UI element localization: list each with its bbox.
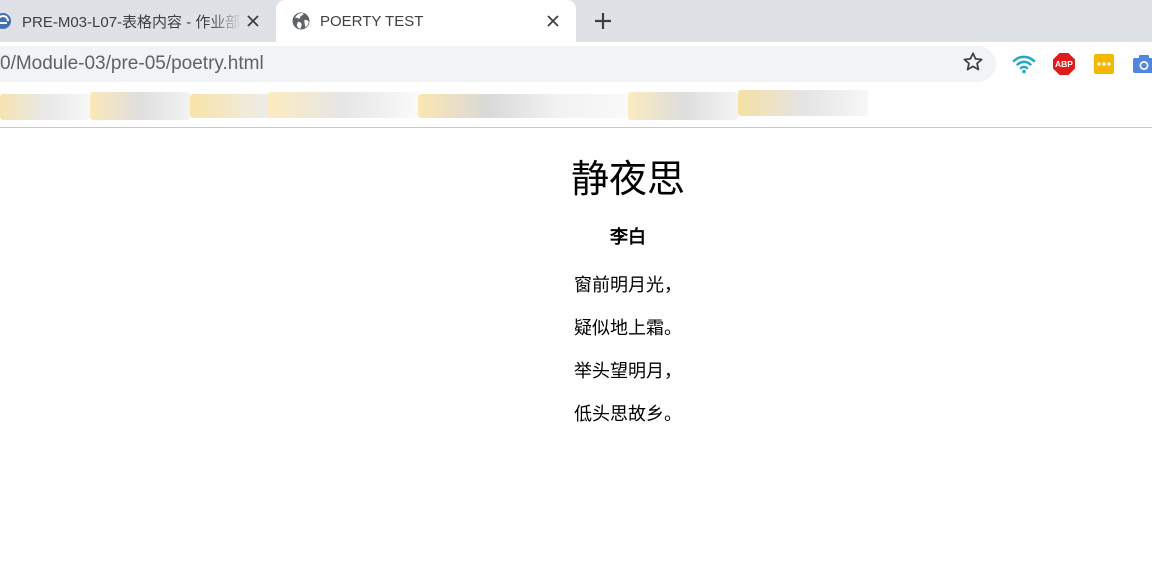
browser-window: PRE-M03-L07-表格内容 - 作业部 POERTY TEST 0/Mod…: [0, 0, 1152, 578]
close-icon: [247, 15, 259, 27]
bookmark-blurred[interactable]: [190, 94, 270, 118]
tab-strip: PRE-M03-L07-表格内容 - 作业部 POERTY TEST: [0, 0, 1152, 42]
poem-line: 疑似地上霜。: [574, 318, 682, 339]
bookmark-blurred[interactable]: [628, 92, 738, 120]
camera-icon[interactable]: [1132, 52, 1152, 76]
poem-line: 窗前明月光，: [574, 275, 682, 296]
poem-line: 举头望明月，: [574, 361, 682, 382]
tab-title: PRE-M03-L07-表格内容 - 作业部: [22, 13, 241, 31]
close-icon: [547, 15, 559, 27]
poem-line: 低头思故乡。: [574, 404, 682, 425]
sticky-note-icon[interactable]: [1092, 52, 1116, 76]
svg-text:ABP: ABP: [1055, 59, 1073, 69]
site-favicon-icon: [0, 13, 11, 29]
new-tab-button[interactable]: [590, 8, 616, 34]
globe-icon: [292, 12, 310, 30]
tab-active[interactable]: POERTY TEST: [276, 0, 576, 42]
poem: 静夜思 李白 窗前明月光， 疑似地上霜。 举头望明月， 低头思故乡。: [0, 128, 1152, 427]
tab-inactive[interactable]: PRE-M03-L07-表格内容 - 作业部: [0, 0, 276, 42]
page-content: 静夜思 李白 窗前明月光， 疑似地上霜。 举头望明月， 低头思故乡。: [0, 128, 1152, 578]
adblock-plus-icon[interactable]: ABP: [1052, 52, 1076, 76]
bookmark-blurred[interactable]: [418, 94, 628, 118]
bookmark-blurred[interactable]: [90, 92, 190, 120]
toolbar: 0/Module-03/pre-05/poetry.html ABP: [0, 42, 1152, 86]
tab-close-button[interactable]: [242, 10, 264, 32]
bookmarks-bar: [0, 86, 1152, 128]
bookmark-star-icon[interactable]: [962, 51, 984, 73]
tab-title: POERTY TEST: [320, 12, 424, 30]
bookmark-blurred[interactable]: [738, 90, 868, 116]
address-url[interactable]: 0/Module-03/pre-05/poetry.html: [0, 46, 264, 82]
wifi-icon[interactable]: [1012, 52, 1036, 76]
poem-title: 静夜思: [570, 157, 685, 201]
poem-author: 李白: [610, 227, 646, 248]
address-bar[interactable]: 0/Module-03/pre-05/poetry.html: [0, 46, 996, 82]
plus-icon: [595, 13, 611, 29]
bookmark-blurred[interactable]: [268, 92, 418, 118]
tab-close-button[interactable]: [542, 10, 564, 32]
bookmark-blurred[interactable]: [0, 94, 90, 120]
